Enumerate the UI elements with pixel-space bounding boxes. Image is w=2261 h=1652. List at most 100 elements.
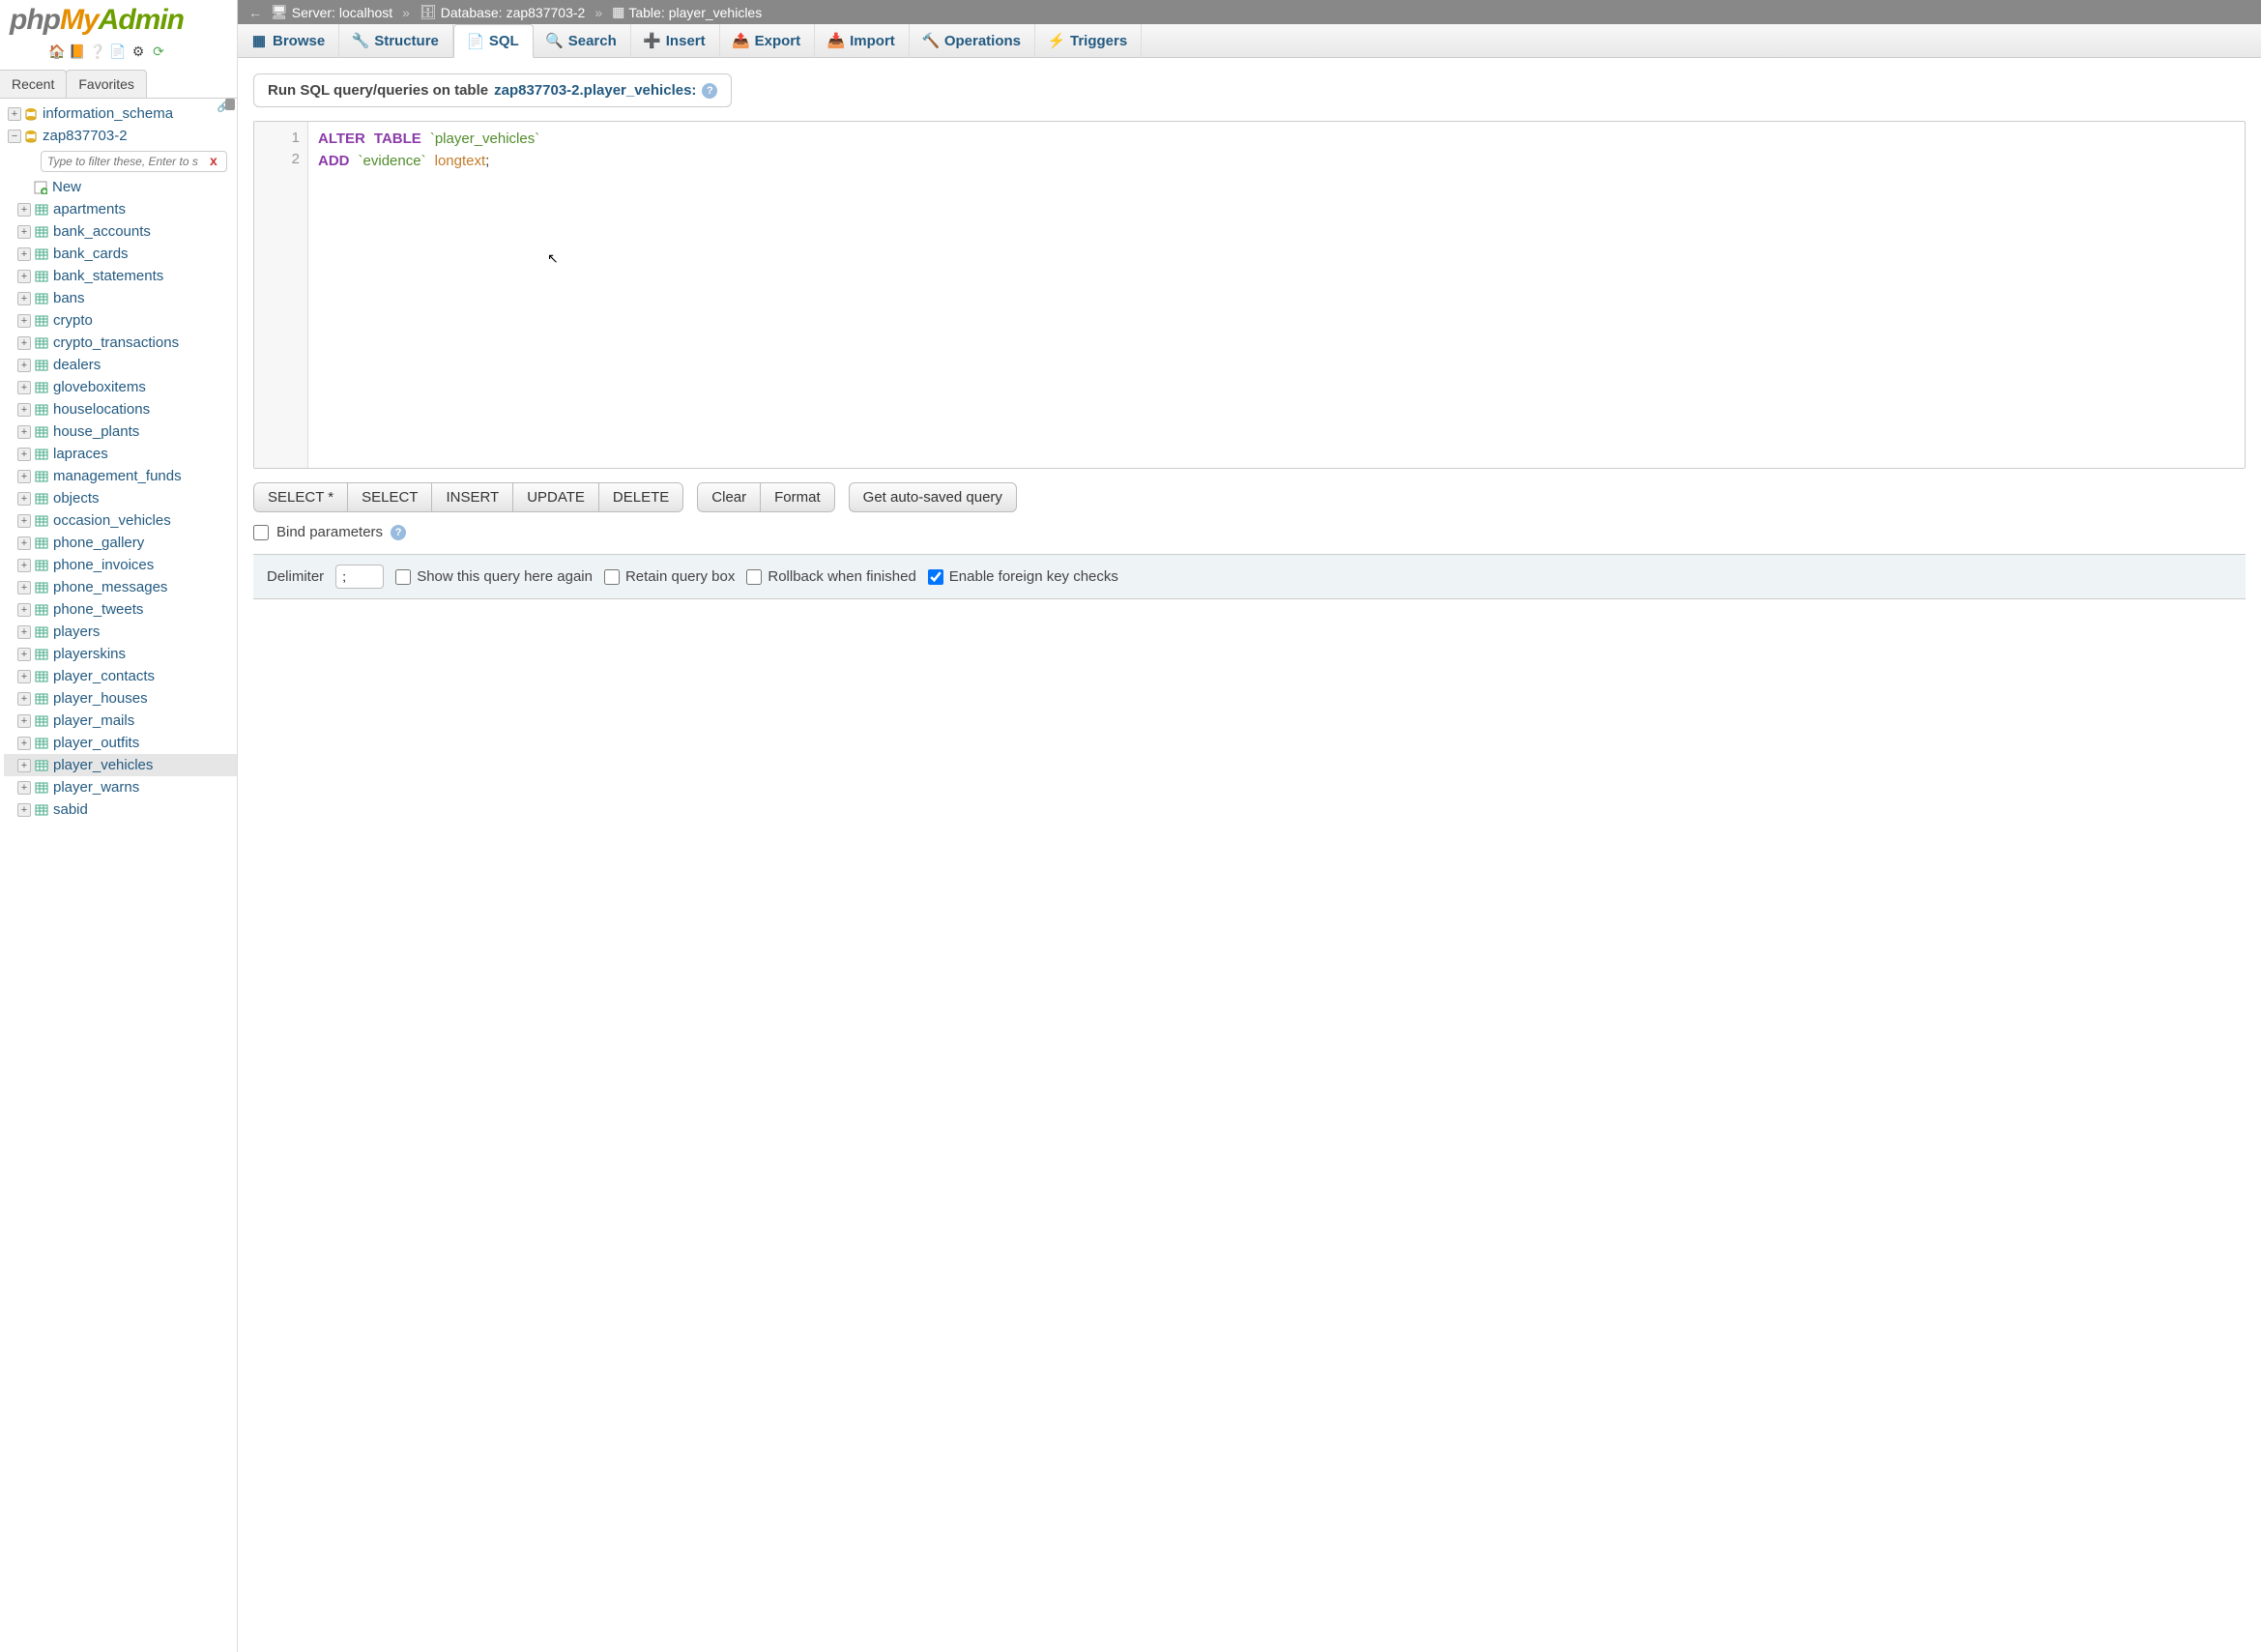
sql-editor[interactable]: 1 2 ALTER TABLE `player_vehicles` ADD `e…	[253, 121, 2246, 469]
refresh-icon[interactable]: ⟳	[150, 43, 167, 60]
tab-import[interactable]: 📥Import	[815, 24, 910, 57]
table-dealers[interactable]: +dealers	[4, 354, 237, 376]
table-apartments[interactable]: +apartments	[4, 198, 237, 220]
tree-scrollbar[interactable]	[225, 99, 235, 110]
table-phone_messages[interactable]: +phone_messages	[4, 576, 237, 598]
table-lapraces[interactable]: +lapraces	[4, 443, 237, 465]
expand-icon[interactable]: +	[17, 336, 31, 350]
expand-icon[interactable]: +	[17, 625, 31, 639]
bind-checkbox[interactable]	[253, 525, 269, 540]
show-again-checkbox[interactable]	[395, 569, 411, 585]
bc-database[interactable]: 🗄 Database: zap837703-2	[414, 2, 591, 22]
back-icon[interactable]: ←	[246, 5, 265, 20]
table-phone_tweets[interactable]: +phone_tweets	[4, 598, 237, 621]
tab-search[interactable]: 🔍Search	[534, 24, 631, 57]
help-toolbar-icon[interactable]: ❔	[89, 43, 106, 60]
tab-sql[interactable]: 📄SQL	[453, 24, 534, 58]
tab-operations[interactable]: 🔨Operations	[910, 24, 1035, 57]
table-bans[interactable]: +bans	[4, 287, 237, 309]
table-houselocations[interactable]: +houselocations	[4, 398, 237, 420]
tree-new[interactable]: New	[4, 176, 237, 198]
expand-icon[interactable]: +	[17, 536, 31, 550]
db-zap837703-2[interactable]: − zap837703-2	[4, 125, 237, 147]
delimiter-input[interactable]	[335, 565, 384, 589]
table-management_funds[interactable]: +management_funds	[4, 465, 237, 487]
tab-structure[interactable]: 🔧Structure	[339, 24, 453, 57]
table-gloveboxitems[interactable]: +gloveboxitems	[4, 376, 237, 398]
db-information-schema[interactable]: + information_schema	[4, 102, 210, 125]
expand-icon[interactable]: +	[17, 648, 31, 661]
tab-favorites[interactable]: Favorites	[66, 70, 147, 98]
table-players[interactable]: +players	[4, 621, 237, 643]
table-sabid[interactable]: +sabid	[4, 798, 237, 821]
exit-icon[interactable]: 📙	[69, 43, 86, 60]
table-phone_gallery[interactable]: +phone_gallery	[4, 532, 237, 554]
table-player_outfits[interactable]: +player_outfits	[4, 732, 237, 754]
table-player_mails[interactable]: +player_mails	[4, 710, 237, 732]
table-house_plants[interactable]: +house_plants	[4, 420, 237, 443]
delete-button[interactable]: DELETE	[598, 482, 683, 512]
bc-server[interactable]: 🖥 Server: localhost	[265, 2, 398, 22]
expand-icon[interactable]: +	[17, 603, 31, 617]
select-all-button[interactable]: SELECT *	[253, 482, 347, 512]
expand-icon[interactable]: +	[17, 714, 31, 728]
show-again-option[interactable]: Show this query here again	[395, 568, 593, 585]
editor-code[interactable]: ALTER TABLE `player_vehicles` ADD `evide…	[308, 122, 2245, 468]
expand-icon[interactable]: +	[17, 670, 31, 683]
expand-icon[interactable]: +	[17, 448, 31, 461]
expand-icon[interactable]: +	[17, 359, 31, 372]
table-crypto[interactable]: +crypto	[4, 309, 237, 332]
table-occasion_vehicles[interactable]: +occasion_vehicles	[4, 509, 237, 532]
table-crypto_transactions[interactable]: +crypto_transactions	[4, 332, 237, 354]
tab-recent[interactable]: Recent	[0, 70, 67, 98]
expand-icon[interactable]: +	[17, 692, 31, 706]
retain-checkbox[interactable]	[604, 569, 620, 585]
tab-browse[interactable]: ▦Browse	[238, 24, 339, 57]
fk-checkbox[interactable]	[928, 569, 943, 585]
filter-input[interactable]	[41, 151, 227, 172]
home-icon[interactable]: 🏠	[48, 43, 66, 60]
expand-icon[interactable]: +	[17, 314, 31, 328]
tab-insert[interactable]: ➕Insert	[631, 24, 720, 57]
expand-icon[interactable]: +	[17, 559, 31, 572]
table-player_warns[interactable]: +player_warns	[4, 776, 237, 798]
select-button[interactable]: SELECT	[347, 482, 431, 512]
bc-table[interactable]: ▦ Table: player_vehicles	[606, 2, 768, 22]
rollback-checkbox[interactable]	[746, 569, 762, 585]
expand-icon[interactable]: +	[17, 381, 31, 394]
autosaved-button[interactable]: Get auto-saved query	[849, 482, 1017, 512]
table-phone_invoices[interactable]: +phone_invoices	[4, 554, 237, 576]
expand-icon[interactable]: +	[17, 737, 31, 750]
table-player_vehicles[interactable]: +player_vehicles	[4, 754, 237, 776]
expand-icon[interactable]: +	[17, 225, 31, 239]
help-icon[interactable]: ?	[391, 525, 406, 540]
collapse-icon[interactable]: −	[8, 130, 21, 143]
expand-icon[interactable]: +	[8, 107, 21, 121]
table-bank_cards[interactable]: +bank_cards	[4, 243, 237, 265]
help-icon[interactable]: ?	[702, 83, 717, 99]
expand-icon[interactable]: +	[17, 203, 31, 217]
expand-icon[interactable]: +	[17, 425, 31, 439]
expand-icon[interactable]: +	[17, 403, 31, 417]
format-button[interactable]: Format	[760, 482, 835, 512]
retain-option[interactable]: Retain query box	[604, 568, 735, 585]
expand-icon[interactable]: +	[17, 759, 31, 772]
tab-export[interactable]: 📤Export	[720, 24, 816, 57]
table-player_houses[interactable]: +player_houses	[4, 687, 237, 710]
rollback-option[interactable]: Rollback when finished	[746, 568, 915, 585]
table-player_contacts[interactable]: +player_contacts	[4, 665, 237, 687]
settings-icon[interactable]: ⚙	[130, 43, 147, 60]
filter-clear[interactable]: x	[210, 153, 217, 168]
expand-icon[interactable]: +	[17, 803, 31, 817]
expand-icon[interactable]: +	[17, 270, 31, 283]
table-bank_statements[interactable]: +bank_statements	[4, 265, 237, 287]
expand-icon[interactable]: +	[17, 492, 31, 506]
table-bank_accounts[interactable]: +bank_accounts	[4, 220, 237, 243]
sql-toolbar-icon[interactable]: 📄	[109, 43, 127, 60]
expand-icon[interactable]: +	[17, 247, 31, 261]
insert-button[interactable]: INSERT	[431, 482, 512, 512]
expand-icon[interactable]: +	[17, 781, 31, 795]
table-objects[interactable]: +objects	[4, 487, 237, 509]
table-playerskins[interactable]: +playerskins	[4, 643, 237, 665]
expand-icon[interactable]: +	[17, 514, 31, 528]
